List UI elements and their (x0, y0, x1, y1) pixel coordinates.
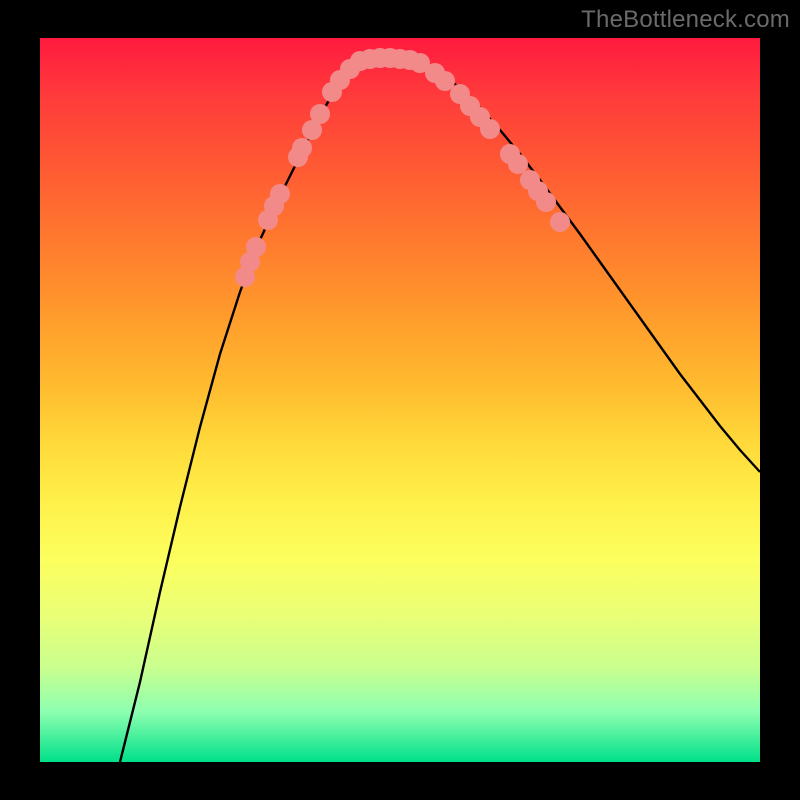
pink-dot (270, 184, 290, 204)
chart-frame: TheBottleneck.com (0, 0, 800, 800)
pink-dot (550, 212, 570, 232)
pink-dot (246, 237, 266, 257)
pink-marker-group (235, 48, 570, 287)
pink-dot (292, 138, 312, 158)
pink-dot (536, 192, 556, 212)
watermark-text: TheBottleneck.com (581, 6, 790, 34)
pink-dot (480, 119, 500, 139)
bottleneck-curve (120, 58, 760, 762)
pink-dot (310, 104, 330, 124)
pink-dot (508, 154, 528, 174)
plot-area (40, 38, 760, 762)
curve-svg (40, 38, 760, 762)
